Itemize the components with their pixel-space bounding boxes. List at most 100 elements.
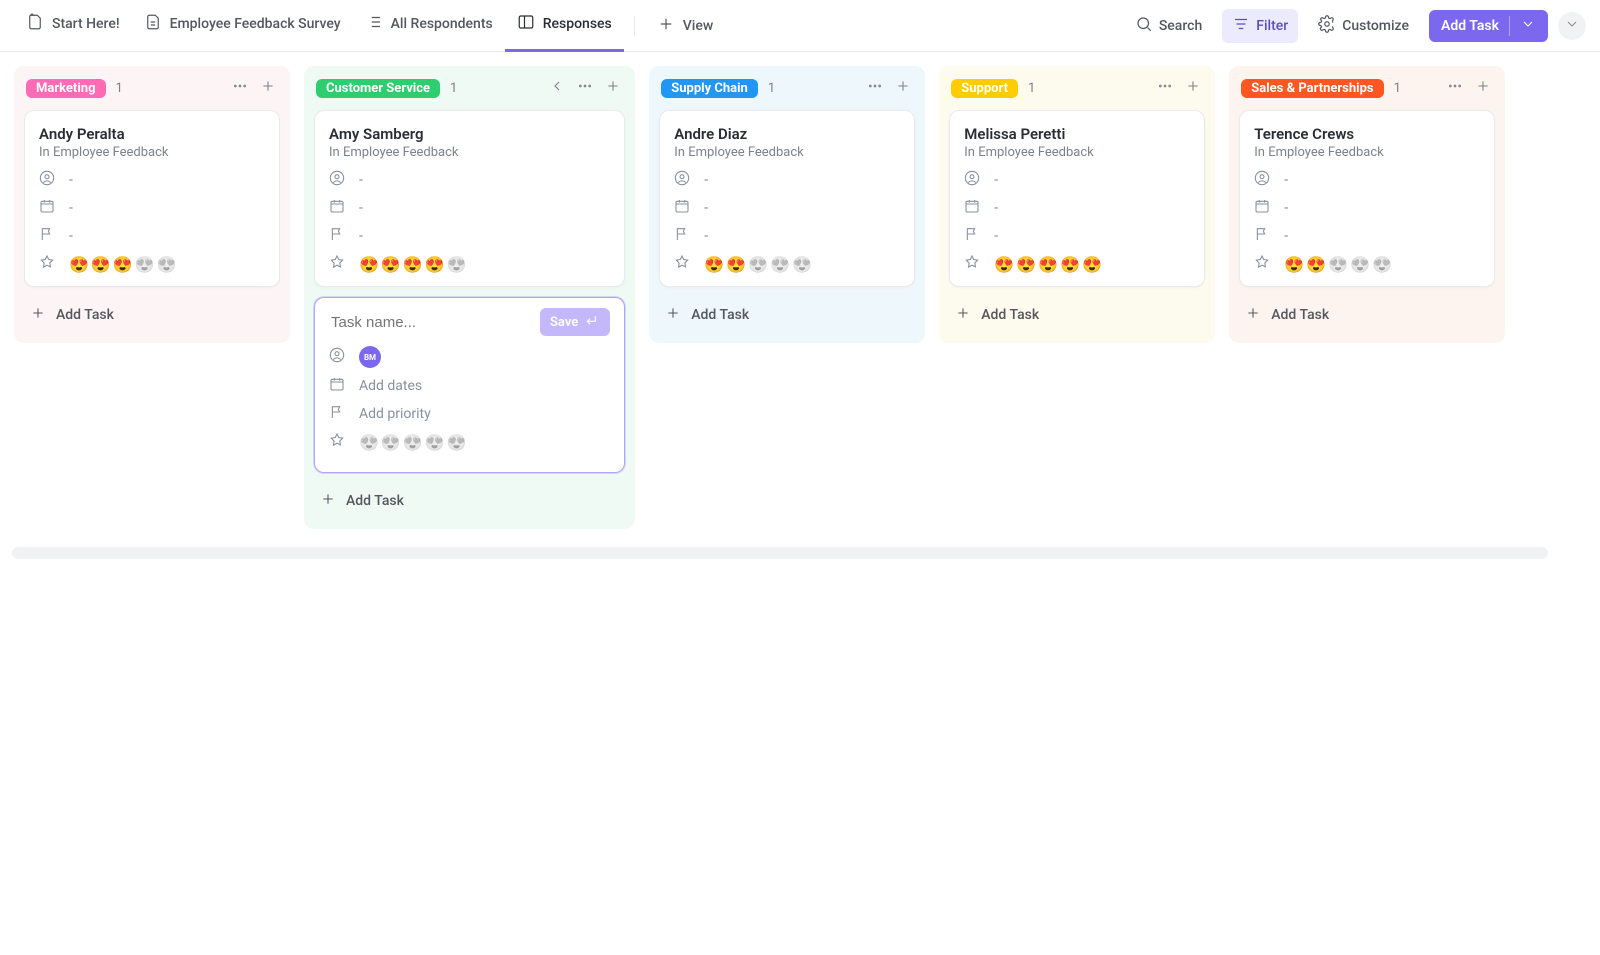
new-task-card[interactable]: Save BM Add dates Add priority 😍😍😍😍😍 [314, 297, 625, 473]
rating[interactable]: 😍😍😍😍😍 [69, 255, 177, 274]
assignee-value[interactable]: - [69, 172, 73, 188]
tab-employee-feedback[interactable]: Employee Feedback Survey [132, 0, 353, 52]
column-title[interactable]: Support [951, 79, 1018, 98]
add-task-label: Add Task [1271, 307, 1329, 323]
new-card-assignee[interactable]: BM [329, 346, 610, 368]
rating[interactable]: 😍😍😍😍😍 [1284, 255, 1392, 274]
assignee-icon [964, 170, 982, 190]
add-task[interactable]: Add Task [1239, 297, 1495, 333]
search-label: Search [1159, 18, 1202, 34]
priority-value[interactable]: - [359, 228, 363, 244]
tab-start-here[interactable]: Start Here! [14, 0, 132, 52]
toolbar: Start Here! Employee Feedback Survey All… [0, 0, 1600, 52]
calendar-icon [674, 198, 692, 218]
rating-emoji: 😍 [425, 433, 445, 452]
star-icon [39, 254, 57, 274]
kanban-board: Marketing 1 Andy Peralta In Employee Fee… [0, 52, 1600, 543]
new-card-rating[interactable]: 😍😍😍😍😍 [329, 432, 610, 452]
card-title[interactable]: Amy Samberg [329, 125, 610, 143]
chevron-down-icon[interactable] [1509, 16, 1536, 36]
add-view-button[interactable]: View [645, 15, 726, 37]
assignee-icon [1254, 170, 1272, 190]
task-card[interactable]: Melissa Peretti In Employee Feedback - -… [949, 110, 1205, 287]
add-task-label: Add Task [346, 493, 404, 509]
rating-emoji: 😍 [1284, 255, 1304, 274]
filter-button[interactable]: Filter [1222, 9, 1298, 43]
task-card[interactable]: Andre Diaz In Employee Feedback - - - 😍😍… [659, 110, 915, 287]
assignee-value[interactable]: - [359, 172, 363, 188]
add-task[interactable]: Add Task [659, 297, 915, 333]
flag-icon [329, 404, 347, 424]
new-card-dates[interactable]: Add dates [329, 376, 610, 396]
tab-all-respondents[interactable]: All Respondents [353, 0, 505, 52]
column-add-icon[interactable] [1473, 76, 1493, 100]
rating-empty[interactable]: 😍😍😍😍😍 [359, 433, 467, 452]
column-more-icon[interactable] [1445, 76, 1465, 100]
column-header: Customer Service 1 [314, 76, 625, 110]
add-task[interactable]: Add Task [949, 297, 1205, 333]
rating-emoji: 😍 [403, 433, 423, 452]
rating-emoji: 😍 [1082, 255, 1102, 274]
column-supply: Supply Chain 1 Andre Diaz In Employee Fe… [649, 66, 925, 343]
priority-value[interactable]: - [994, 228, 998, 244]
task-card[interactable]: Andy Peralta In Employee Feedback - - - … [24, 110, 280, 287]
date-value[interactable]: - [359, 200, 363, 216]
rating-emoji: 😍 [403, 255, 423, 274]
search-icon [1135, 15, 1153, 37]
add-task[interactable]: Add Task [314, 483, 625, 519]
task-card[interactable]: Terence Crews In Employee Feedback - - -… [1239, 110, 1495, 287]
column-more-icon[interactable] [865, 76, 885, 100]
card-title[interactable]: Andre Diaz [674, 125, 900, 143]
column-add-icon[interactable] [603, 76, 623, 100]
add-task-button-primary[interactable]: Add Task [1429, 10, 1548, 42]
card-title[interactable]: Terence Crews [1254, 125, 1480, 143]
collapse-column-icon[interactable] [547, 76, 567, 100]
column-title[interactable]: Supply Chain [661, 79, 758, 98]
column-more-icon[interactable] [230, 76, 250, 100]
rating-emoji: 😍 [1350, 255, 1370, 274]
task-card[interactable]: Amy Samberg In Employee Feedback - - - 😍… [314, 110, 625, 287]
rating[interactable]: 😍😍😍😍😍 [994, 255, 1102, 274]
horizontal-scrollbar[interactable] [12, 547, 1548, 559]
date-value[interactable]: - [1284, 200, 1288, 216]
column-title[interactable]: Customer Service [316, 79, 440, 98]
assignee-icon [674, 170, 692, 190]
overflow-circle-button[interactable] [1558, 12, 1586, 40]
priority-value[interactable]: - [69, 228, 73, 244]
date-value[interactable]: - [69, 200, 73, 216]
column-more-icon[interactable] [1155, 76, 1175, 100]
rating[interactable]: 😍😍😍😍😍 [704, 255, 812, 274]
column-add-icon[interactable] [893, 76, 913, 100]
card-title[interactable]: Melissa Peretti [964, 125, 1190, 143]
save-button[interactable]: Save [540, 308, 610, 336]
assignee-icon [329, 347, 347, 367]
add-task-label: Add Task [981, 307, 1039, 323]
rating-emoji: 😍 [381, 433, 401, 452]
star-icon [964, 254, 982, 274]
column-more-icon[interactable] [575, 76, 595, 100]
card-title[interactable]: Andy Peralta [39, 125, 265, 143]
assignee-value[interactable]: - [1284, 172, 1288, 188]
rating-emoji: 😍 [1016, 255, 1036, 274]
column-add-icon[interactable] [1183, 76, 1203, 100]
priority-value[interactable]: - [1284, 228, 1288, 244]
date-value[interactable]: - [994, 200, 998, 216]
customize-button[interactable]: Customize [1308, 9, 1419, 43]
column-title[interactable]: Marketing [26, 79, 106, 98]
priority-label: Add priority [359, 406, 431, 422]
assignee-value[interactable]: - [994, 172, 998, 188]
column-title[interactable]: Sales & Partnerships [1241, 79, 1383, 98]
search-button[interactable]: Search [1125, 9, 1212, 43]
assignee-avatar[interactable]: BM [359, 346, 381, 368]
tab-responses[interactable]: Responses [505, 0, 624, 52]
rating[interactable]: 😍😍😍😍😍 [359, 255, 467, 274]
add-task[interactable]: Add Task [24, 297, 280, 333]
rating-emoji: 😍 [157, 255, 177, 274]
calendar-icon [1254, 198, 1272, 218]
column-add-icon[interactable] [258, 76, 278, 100]
task-name-input[interactable] [329, 313, 532, 332]
date-value[interactable]: - [704, 200, 708, 216]
new-card-priority[interactable]: Add priority [329, 404, 610, 424]
priority-value[interactable]: - [704, 228, 708, 244]
assignee-value[interactable]: - [704, 172, 708, 188]
